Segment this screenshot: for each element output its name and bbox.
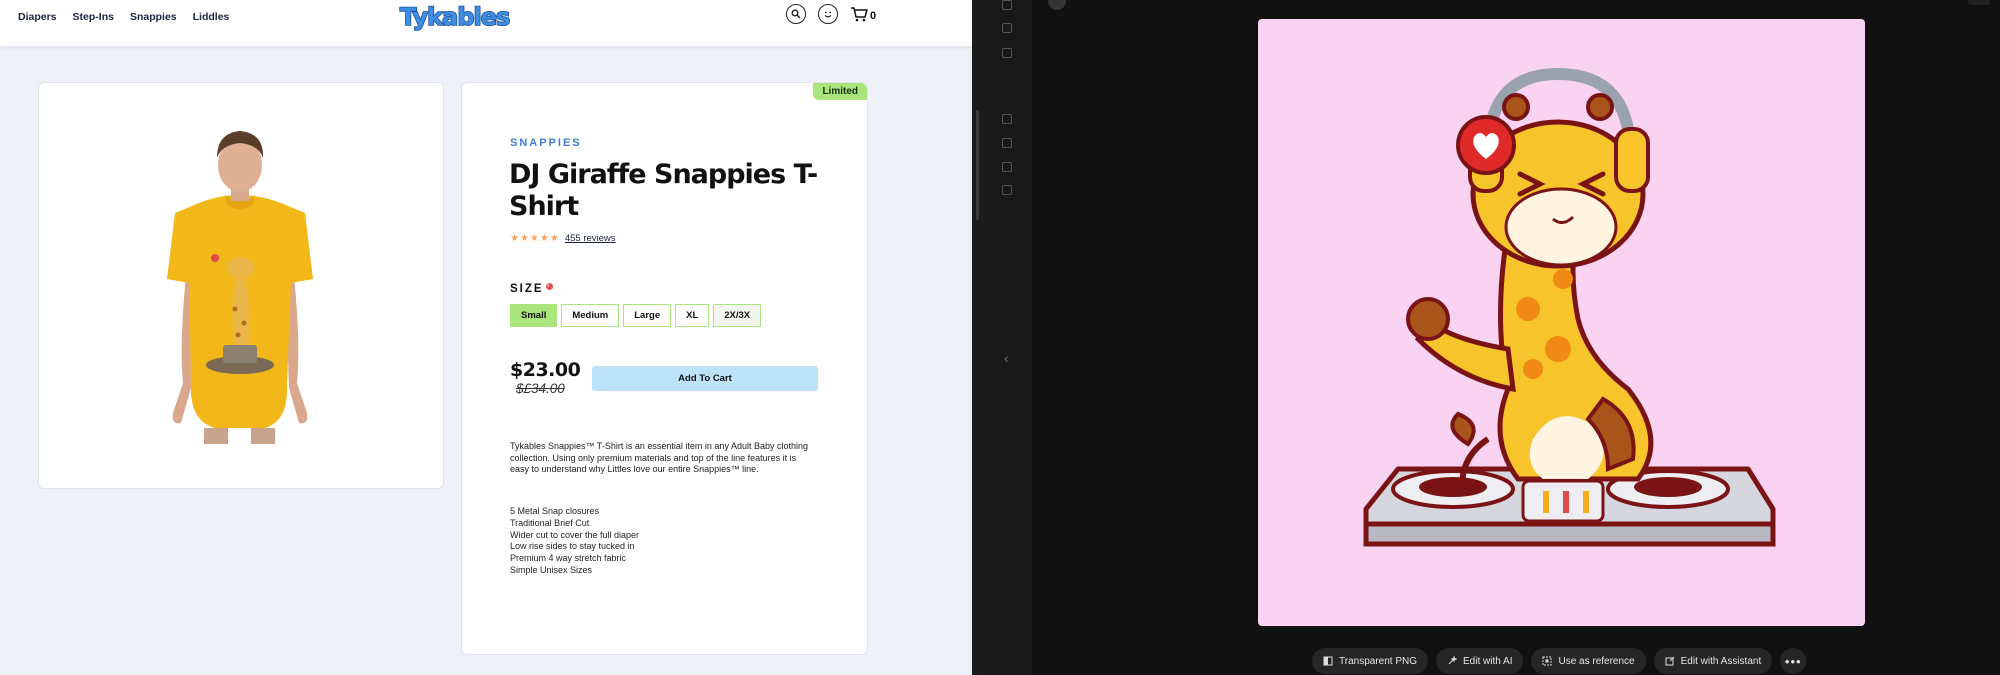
transparent-png-label: Transparent PNG — [1339, 655, 1417, 667]
edit-with-assistant-label: Edit with Assistant — [1680, 655, 1762, 667]
rating: ★★★★★ 455 reviews — [510, 233, 616, 244]
size-option-large[interactable]: Large — [623, 304, 672, 327]
feature-list: 5 Metal Snap closures Traditional Brief … — [510, 506, 639, 577]
edit-with-assistant-button[interactable]: Edit with Assistant — [1653, 648, 1773, 674]
nav-liddles[interactable]: Liddles — [193, 11, 230, 23]
smiley-face-icon[interactable] — [818, 4, 838, 24]
assistant-edit-icon — [1665, 656, 1674, 666]
sidebar-item[interactable] — [1002, 183, 1012, 197]
sidebar-item[interactable] — [1002, 160, 1012, 174]
sidebar-item[interactable] — [1002, 112, 1012, 126]
nav-diapers[interactable]: Diapers — [18, 11, 57, 23]
size-option-small[interactable]: Small — [510, 304, 558, 327]
feature-item: 5 Metal Snap closures — [510, 506, 600, 516]
edit-with-ai-button[interactable]: Edit with AI — [1436, 648, 1524, 674]
sidebar-item[interactable] — [1002, 46, 1012, 60]
original-price: $£34.00 — [516, 381, 565, 396]
logo[interactable]: Tykables — [399, 2, 511, 32]
size-label-text: SIZE — [510, 283, 544, 295]
edit-with-ai-label: Edit with AI — [1463, 655, 1513, 667]
transparent-icon — [1323, 656, 1333, 666]
product-details-card: Limited SNAPPIES DJ Giraffe Snappies T-S… — [461, 82, 868, 655]
logo-text: Tykables — [399, 2, 511, 32]
use-as-reference-button[interactable]: Use as reference — [1531, 648, 1646, 674]
product-title: DJ Giraffe Snappies T-Shirt — [509, 159, 818, 222]
chevron-left-icon[interactable]: ‹ — [1004, 350, 1009, 366]
use-as-reference-label: Use as reference — [1558, 655, 1635, 667]
window-control[interactable] — [1968, 0, 1990, 5]
sidebar-item[interactable] — [1002, 21, 1012, 35]
main-nav: Diapers Step-Ins Snappies Liddles — [18, 11, 229, 23]
sale-price: $23.00 — [510, 359, 581, 381]
reference-icon — [1542, 656, 1552, 666]
image-actions-toolbar: Transparent PNG Edit with AI Use as refe… — [1312, 648, 1807, 674]
user-header[interactable] — [1048, 0, 1066, 10]
size-option-medium[interactable]: Medium — [561, 304, 620, 327]
scrollbar-thumb[interactable] — [976, 110, 979, 220]
product-image-card — [38, 82, 444, 489]
image-app-window: ‹ Transparent PNG Edit with AI Use as re… — [984, 0, 2000, 675]
limited-badge: Limited — [813, 83, 867, 100]
nav-snappies[interactable]: Snappies — [130, 11, 177, 23]
feature-item: Wider cut to cover the full diaper — [510, 529, 640, 540]
size-info-icon[interactable]: i — [545, 283, 553, 290]
star-rating-icon: ★★★★★ — [510, 233, 560, 244]
size-option-2x3x[interactable]: 2X/3X — [713, 304, 762, 327]
feature-item: Traditional Brief Cut — [510, 517, 590, 528]
ai-edit-icon — [1448, 656, 1457, 665]
cart-count: 0 — [870, 10, 877, 22]
add-to-cart-button[interactable]: Add To Cart — [592, 366, 818, 391]
feature-item: Low rise sides to stay tucked in — [510, 541, 635, 552]
transparent-png-button[interactable]: Transparent PNG — [1312, 648, 1428, 674]
shop-header: Diapers Step-Ins Snappies Liddles Tykabl… — [0, 0, 972, 47]
size-options: Small Medium Large XL 2X/3X — [510, 304, 762, 327]
size-option-xl[interactable]: XL — [675, 304, 710, 327]
generated-image[interactable] — [1258, 19, 1865, 626]
window-splitter[interactable] — [972, 0, 984, 675]
size-label: SIZE i — [510, 283, 553, 295]
header-icons: 0 — [786, 4, 876, 24]
cart-button[interactable]: 0 — [850, 6, 876, 22]
nav-step-ins[interactable]: Step-Ins — [73, 11, 114, 23]
app-sidebar: ‹ — [984, 0, 1032, 675]
more-icon[interactable]: ••• — [1780, 648, 1807, 674]
shop-window: Diapers Step-Ins Snappies Liddles Tykabl… — [0, 0, 972, 675]
reviews-link[interactable]: 455 reviews — [565, 233, 616, 244]
search-icon[interactable] — [786, 4, 806, 24]
avatar — [1048, 0, 1066, 10]
feature-item: Simple Unisex Sizes — [510, 564, 593, 575]
cart-icon — [851, 7, 868, 22]
product-description: Tykables Snappies™ T-Shirt is an essenti… — [510, 441, 808, 475]
sidebar-item[interactable] — [1002, 136, 1012, 150]
feature-item: Premium 4 way stretch fabric — [510, 553, 627, 564]
product-photo[interactable] — [39, 83, 443, 488]
sidebar-item[interactable] — [1002, 0, 1012, 12]
product-brand[interactable]: SNAPPIES — [510, 137, 582, 149]
